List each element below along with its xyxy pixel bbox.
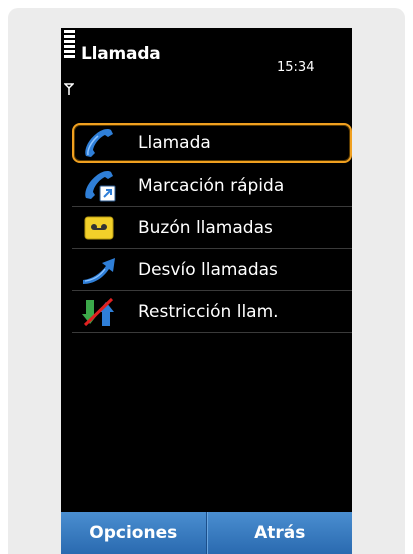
menu-item-label: Llamada <box>138 133 211 153</box>
menu-item-label: Desvío llamadas <box>138 259 278 280</box>
clock: 15:34 <box>277 60 315 75</box>
signal-strength-icon <box>64 30 76 60</box>
menu-item-llamada[interactable]: Llamada <box>72 123 352 163</box>
menu-item-label: Restricción llam. <box>138 301 279 322</box>
handset-icon <box>85 129 113 157</box>
menu-item-marcacion-rapida[interactable]: Marcación rápida <box>72 165 352 207</box>
menu-item-buzon-llamadas[interactable]: Buzón llamadas <box>72 207 352 249</box>
menu-item-restriccion-llamadas[interactable]: Restricción llam. <box>72 291 352 333</box>
menu-item-label: Marcación rápida <box>138 175 285 196</box>
speed-dial-icon <box>85 171 116 202</box>
app-title: Llamada <box>81 44 161 64</box>
softkey-bar: Opciones Atrás <box>61 512 352 554</box>
antenna-icon <box>64 83 74 95</box>
call-barring-icon <box>82 297 114 327</box>
options-softkey[interactable]: Opciones <box>61 512 207 554</box>
back-softkey[interactable]: Atrás <box>206 512 353 554</box>
call-menu-list: Llamada Marcación rápida Buzón llamadas <box>72 123 352 333</box>
voicemail-icon <box>84 216 114 240</box>
phone-screen: Llamada 15:34 Llamada Marcación rápida B… <box>61 28 352 554</box>
menu-item-desvio-llamadas[interactable]: Desvío llamadas <box>72 249 352 291</box>
call-divert-icon <box>83 258 115 284</box>
menu-item-label: Buzón llamadas <box>138 217 273 238</box>
